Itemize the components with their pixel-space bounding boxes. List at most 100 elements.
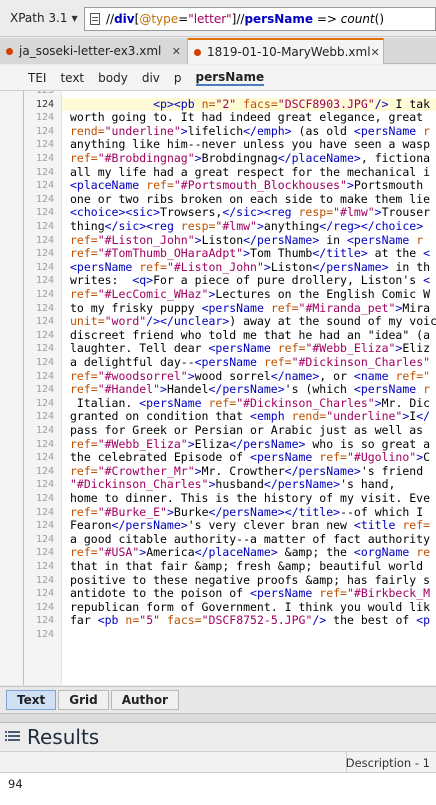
line-number: 124 [35,166,54,178]
code-line[interactable]: ref="#Webb_Eliza">Eliza</persName> who i… [70,436,430,452]
code-line[interactable]: antidote to the poison of <persName ref=… [70,586,430,601]
file-tab-label: 1819-01-10-MaryWebb.xml [207,45,371,59]
line-number: 124 [35,275,54,287]
code-line[interactable]: unit="word"/></unclear>) away at the sou… [70,314,436,329]
breadcrumb-item-body[interactable]: body [98,71,128,85]
line-number: 124 [35,520,54,532]
code-token: ref= [70,436,98,451]
code-line[interactable]: the celebrated Episode of <persName ref=… [70,450,430,465]
code-token: /> [374,96,389,111]
code-line[interactable]: discreet friend who told me that he had … [70,327,431,343]
code-token: ref= [277,341,306,356]
code-token: ref= [70,287,98,301]
mode-tab-text[interactable]: Text [6,689,57,710]
code-token: "#Liston_John" [166,259,264,274]
code-line[interactable]: thing</sic><reg resp="#lmw">anything</re… [70,219,423,234]
mode-tab-grid[interactable]: Grid [58,689,109,710]
code-line[interactable]: worth going to. It had indeed great eleg… [70,110,430,125]
close-icon[interactable]: ✕ [371,46,380,59]
code-line[interactable]: ref="#Handel">Handel</persName>'s (which… [70,382,431,397]
panel-splitter[interactable] [0,713,436,723]
results-header: Results [0,723,436,750]
code-line[interactable]: anything like him--never unless you have… [70,138,430,152]
code-token: re [416,545,431,560]
code-line[interactable]: rend="underline">lifelich</emph> (as old… [70,123,430,139]
file-tab-ja-soseki[interactable]: ja_soseki-letter-ex3.xml ✕ [0,38,188,64]
code-token: <emph [250,409,292,424]
code-token: ref= [70,151,98,165]
code-line[interactable]: ref="#USA">America</placeName> &amp; the… [70,546,430,560]
code-token: I tak [388,96,431,111]
code-line[interactable]: ref="#woodsorrel">wood sorrel</name>, or… [70,369,430,384]
code-token: "#TomThumb_OHaraAdpt" [97,246,244,261]
file-tab-marywebb[interactable]: 1819-01-10-MaryWebb.xml ✕ [188,38,384,64]
line-number: 124 [35,411,54,423]
fold-strip[interactable] [4,91,22,685]
code-line[interactable]: ref="#LecComic_WHaz">Lectures on the Eng… [70,287,430,302]
code-token: "#Ugolino" [346,450,417,465]
code-line[interactable]: <placeName ref="#Portsmouth_Blockhouses"… [70,178,430,193]
xpath-token: @type [139,12,179,26]
breadcrumb-item-tei[interactable]: TEI [28,71,46,85]
xpath-version-selector[interactable]: XPath 3.1 [10,11,67,25]
code-line[interactable]: laughter. Tell dear <persName ref="#Webb… [70,342,430,356]
code-line[interactable]: one or two ribs broken on each side to m… [70,192,430,207]
code-line[interactable]: to my frisky puppy <persName ref="#Miran… [70,300,430,316]
results-title: Results [27,725,100,749]
code-line[interactable]: ref="#Crowther_Mr">Mr. Crowther</persNam… [70,464,430,479]
code-line[interactable]: ref="#Liston_John">Liston</persName> in … [70,233,423,248]
code-line[interactable]: republican form of Government. I think y… [70,600,430,615]
code-token: resp= [180,219,216,233]
code-token: "DSCF8903.JPG" [277,96,375,111]
code-token: pass for Greek or Persian or Arabic just… [70,423,431,437]
code-line[interactable]: <choice><sic>Trowsers,</sic><reg resp="#… [70,206,430,220]
code-line[interactable]: ref="#Brobdingnag">Brobdingnag</placeNam… [70,151,430,166]
code-token: Burke [173,504,209,519]
code-line[interactable]: a delightful day--<persName ref="#Dickin… [70,355,430,370]
code-line[interactable]: writes: <q>For a piece of pure drollery,… [70,274,430,288]
result-cell[interactable]: 94 [8,777,23,791]
line-number: 124 [35,289,54,300]
code-line[interactable]: ref="#TomThumb_OHaraAdpt">Tom Thumb</tit… [70,246,430,261]
breadcrumb-item-persname[interactable]: persName [195,70,265,86]
code-token: </sic> [222,205,264,220]
code-token: r [423,382,431,397]
code-token: rend= [70,123,105,138]
code-line[interactable]: all my life had a great respect for the … [70,165,430,180]
column-header-description[interactable]: Description - 1 [346,756,430,770]
code-line[interactable]: granted on condition that <emph rend="un… [70,410,430,424]
code-token: Fearon [70,518,112,533]
breadcrumb-item-p[interactable]: p [174,71,182,85]
code-line[interactable]: home to dinner. This is the history of m… [70,491,430,506]
line-number: 123 [24,91,54,98]
code-line[interactable]: <persName ref="#Liston_John">Liston</per… [70,259,430,275]
code-line[interactable]: pass for Greek or Persian or Arabic just… [70,423,431,438]
code-token: "underline" [104,123,181,138]
code-line[interactable]: that in that fair &amp; fresh &amp; beau… [70,559,430,574]
breadcrumb-item-text[interactable]: text [60,71,84,85]
code-token: <persName [201,300,271,315]
code-line[interactable]: Fearon</persName>'s very clever bran new… [70,518,430,533]
code-line[interactable]: <p><pb n="2" facs="DSCF8903.JPG"/> I tak [70,96,431,112]
chevron-down-icon[interactable]: ▼ [71,14,77,23]
code-line[interactable]: Italian. <persName ref="#Dickinson_Charl… [70,396,430,411]
code-token: Tom Thumb [250,246,313,261]
code-token: 's very clever bran new [187,518,354,533]
close-icon[interactable]: ✕ [172,45,181,58]
code-token: a good citable authority--a matter of fa… [70,531,431,546]
code-token: discreet friend who told me that he had … [70,327,431,342]
mode-tab-author[interactable]: Author [110,689,179,710]
code-line[interactable]: ref="#Burke_E">Burke</persName></title>-… [70,504,430,520]
xml-text-editor[interactable]: 1231241241241241241241241241241241241241… [0,91,436,685]
code-line[interactable]: positive to these negative proofs &amp; … [70,573,430,588]
code-line[interactable]: "#Dickinson_Charles">husband</persName>'… [70,478,402,492]
code-token: granted on condition that [70,409,251,424]
code-line[interactable]: far <pb n="5" facs="DSCF8752-5.JPG"/> th… [70,614,430,628]
code-line[interactable]: a good citable authority--a matter of fa… [70,531,431,547]
breadcrumb-item-div[interactable]: div [142,71,160,85]
code-area[interactable]: <p><pb n="2" facs="DSCF8903.JPG"/> I tak… [70,91,436,685]
xpath-expression-input[interactable]: //div[@type="letter"]//persName => count… [84,7,436,31]
code-token: ref= [319,586,347,601]
code-token: the celebrated Episode of [70,450,251,465]
xpath-expression[interactable]: //div[@type="letter"]//persName => count… [106,12,384,26]
